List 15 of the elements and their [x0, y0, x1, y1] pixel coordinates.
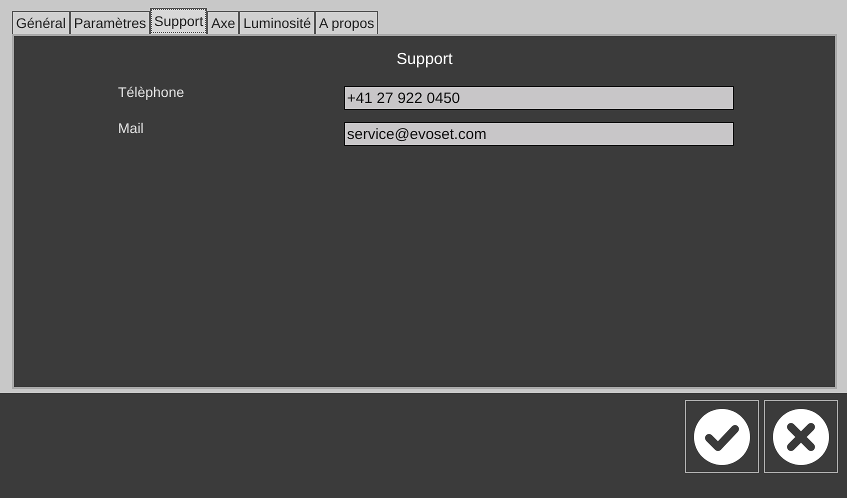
tab[interactable]: Luminosité [239, 11, 316, 34]
panel-title: Support [396, 50, 453, 70]
tab[interactable]: A propos [315, 11, 378, 34]
confirm-button[interactable] [685, 400, 759, 473]
input-field[interactable]: service@evoset.com [344, 122, 734, 146]
close-icon [773, 408, 829, 464]
tab[interactable]: Paramètres [70, 11, 150, 34]
input-field[interactable]: +41 27 922 0450 [344, 86, 734, 110]
checkmark-icon [694, 408, 750, 464]
field-label: Télèphone [118, 83, 186, 102]
tab[interactable]: Général [12, 11, 70, 34]
tab[interactable]: Axe [207, 11, 240, 34]
cancel-button[interactable] [764, 400, 838, 473]
tab[interactable]: Support [150, 8, 208, 34]
field-label: Mail [118, 119, 145, 138]
